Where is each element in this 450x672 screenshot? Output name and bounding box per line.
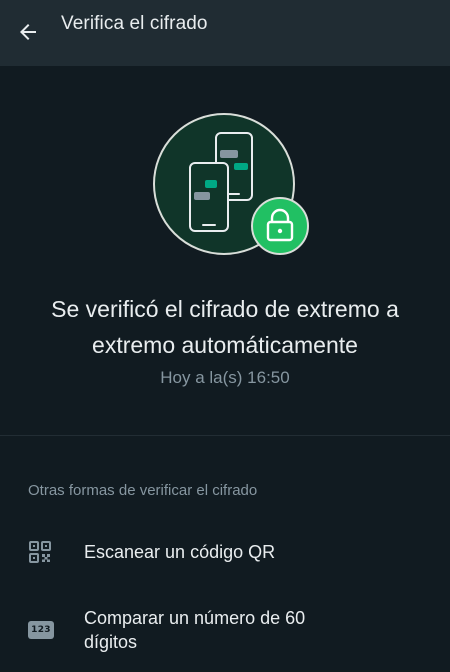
qr-code-icon — [28, 540, 52, 569]
arrow-left-icon — [20, 24, 36, 40]
page-title: Verifica el cifrado — [61, 13, 208, 34]
back-button[interactable] — [14, 18, 42, 46]
verification-timestamp: Hoy a la(s) 16:50 — [160, 368, 290, 387]
phone-icon — [189, 162, 229, 232]
number-123-icon: 123 — [28, 621, 54, 639]
scan-qr-option[interactable]: Escanear un código QR — [0, 530, 450, 576]
encryption-illustration — [150, 110, 315, 260]
lock-icon — [251, 197, 309, 255]
verification-headline: Se verificó el cifrado de extremo a extr… — [51, 296, 399, 358]
divider — [0, 435, 450, 436]
app-bar: Verifica el cifrado — [0, 0, 450, 66]
section-label: Otras formas de verificar el cifrado — [28, 482, 258, 499]
scan-qr-label: Escanear un código QR — [84, 542, 276, 562]
compare-number-label: Comparar un número de 60 dígitos — [84, 608, 306, 652]
compare-number-option[interactable]: 123 Comparar un número de 60 dígitos — [0, 603, 450, 659]
